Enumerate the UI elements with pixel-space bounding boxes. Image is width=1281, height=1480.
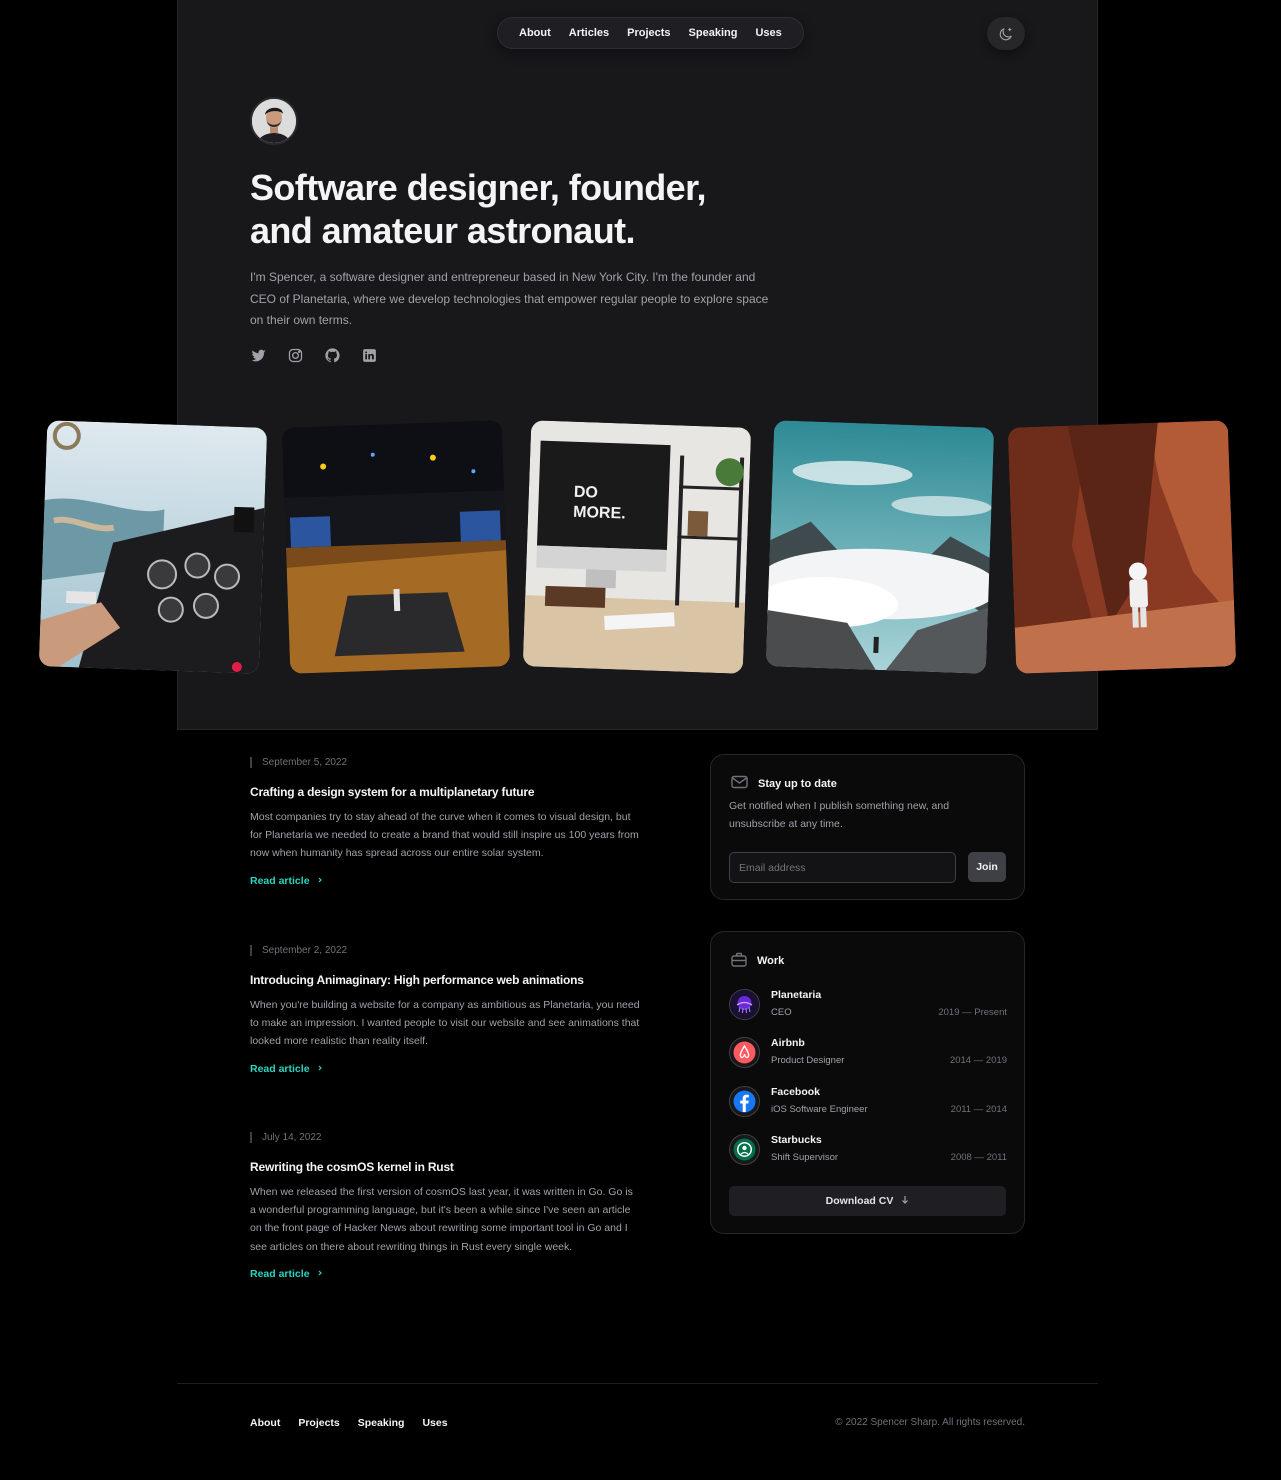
article-title[interactable]: Introducing Animaginary: High performanc… [250,973,640,987]
join-button[interactable]: Join [968,852,1006,882]
footer-link-uses[interactable]: Uses [422,1417,447,1429]
job-role: Shift Supervisor [771,1152,839,1163]
work-header: Work [731,952,784,970]
page-title: Software designer, founder, and amateur … [250,167,707,251]
nav-about[interactable]: About [510,18,560,48]
footer-divider [177,1383,1098,1384]
briefcase-icon [731,952,747,970]
cockpit-photo [38,420,268,674]
job-dates: 2008 — 2011 [950,1152,1007,1163]
read-article-label: Read article [250,874,310,887]
article-card[interactable]: September 2, 2022 Introducing Animaginar… [250,945,640,1075]
newsletter-title: Stay up to date [758,777,837,790]
nav-speaking[interactable]: Speaking [680,18,747,48]
twitter-icon[interactable] [250,347,267,364]
job-dates: 2019 — Present [938,1007,1007,1018]
astronaut-canyon-photo [1007,420,1237,674]
footer-nav: About Projects Speaking Uses [250,1417,448,1429]
download-cv-button[interactable]: Download CV [729,1186,1006,1216]
article-date: July 14, 2022 [250,1132,640,1143]
article-description: When you're building a website for a com… [250,999,640,1048]
copyright: © 2022 Spencer Sharp. All rights reserve… [835,1417,1025,1428]
job-dates: 2011 — 2014 [950,1104,1007,1115]
main-nav: About Articles Projects Speaking Uses [497,17,804,49]
job-item: Planetaria CEO 2019 — Present [729,989,1007,1025]
nav-projects[interactable]: Projects [618,18,679,48]
linkedin-icon[interactable] [361,347,378,364]
job-role: Product Designer [771,1055,845,1066]
instagram-icon[interactable] [287,347,304,364]
read-article-link[interactable]: Read article [250,1063,640,1075]
job-item: Starbucks Shift Supervisor 2008 — 2011 [729,1134,1007,1170]
svg-text:DO: DO [574,484,599,502]
chevron-right-icon [316,875,324,887]
read-article-link[interactable]: Read article [250,875,640,887]
job-company: Airbnb [771,1037,805,1049]
planetaria-logo-icon [729,989,760,1020]
newsletter-card: Stay up to date Get notified when I publ… [710,754,1025,900]
download-cv-label: Download CV [825,1195,894,1207]
article-date: September 2, 2022 [250,945,640,956]
social-links [250,347,378,364]
article-title[interactable]: Rewriting the cosmOS kernel in Rust [250,1160,640,1174]
read-article-label: Read article [250,1267,310,1280]
job-item: Facebook iOS Software Engineer 2011 — 20… [729,1086,1007,1122]
moon-sparkle-icon [999,27,1012,40]
newsletter-header: Stay up to date [731,775,837,792]
article-title[interactable]: Crafting a design system for a multiplan… [250,785,640,799]
conference-stage-photo [281,420,511,674]
avatar[interactable] [250,97,298,145]
mail-icon [731,775,748,792]
chevron-right-icon [316,1063,324,1075]
github-icon[interactable] [324,347,341,364]
desk-imac-photo: DO MORE. [522,420,752,674]
job-company: Planetaria [771,989,822,1001]
newsletter-description: Get notified when I publish something ne… [729,800,950,830]
job-role: iOS Software Engineer [771,1104,868,1115]
footer-link-about[interactable]: About [250,1417,280,1429]
work-card: Work Planetaria CEO 2019 — Present Airbn… [710,931,1025,1234]
read-article-label: Read article [250,1062,310,1075]
work-title: Work [757,955,785,967]
theme-toggle-button[interactable] [987,17,1025,50]
read-article-link[interactable]: Read article [250,1268,640,1280]
job-dates: 2014 — 2019 [949,1055,1007,1066]
starbucks-logo-icon [729,1134,760,1165]
chevron-right-icon [316,1268,324,1280]
facebook-logo-icon [729,1086,760,1117]
email-input[interactable] [729,852,956,883]
job-company: Starbucks [771,1134,822,1146]
article-date: September 5, 2022 [250,757,640,768]
svg-text:MORE.: MORE. [573,504,626,523]
nav-articles[interactable]: Articles [560,18,618,48]
job-role: CEO [771,1007,792,1018]
job-company: Facebook [771,1086,821,1098]
article-description: When we released the first version of co… [250,1186,633,1253]
profile-photo [252,99,296,143]
airbnb-logo-icon [729,1037,760,1068]
hero-description: I'm Spencer, a software designer and ent… [250,270,769,327]
article-card[interactable]: September 5, 2022 Crafting a design syst… [250,757,640,887]
arrow-down-icon [901,1195,909,1208]
footer-link-projects[interactable]: Projects [298,1417,339,1429]
mountain-clouds-photo [765,420,995,674]
article-description: Most companies try to stay ahead of the … [250,811,639,860]
article-card[interactable]: July 14, 2022 Rewriting the cosmOS kerne… [250,1132,640,1280]
nav-uses[interactable]: Uses [746,18,790,48]
job-item: Airbnb Product Designer 2014 — 2019 [729,1037,1007,1073]
footer-link-speaking[interactable]: Speaking [358,1417,405,1429]
